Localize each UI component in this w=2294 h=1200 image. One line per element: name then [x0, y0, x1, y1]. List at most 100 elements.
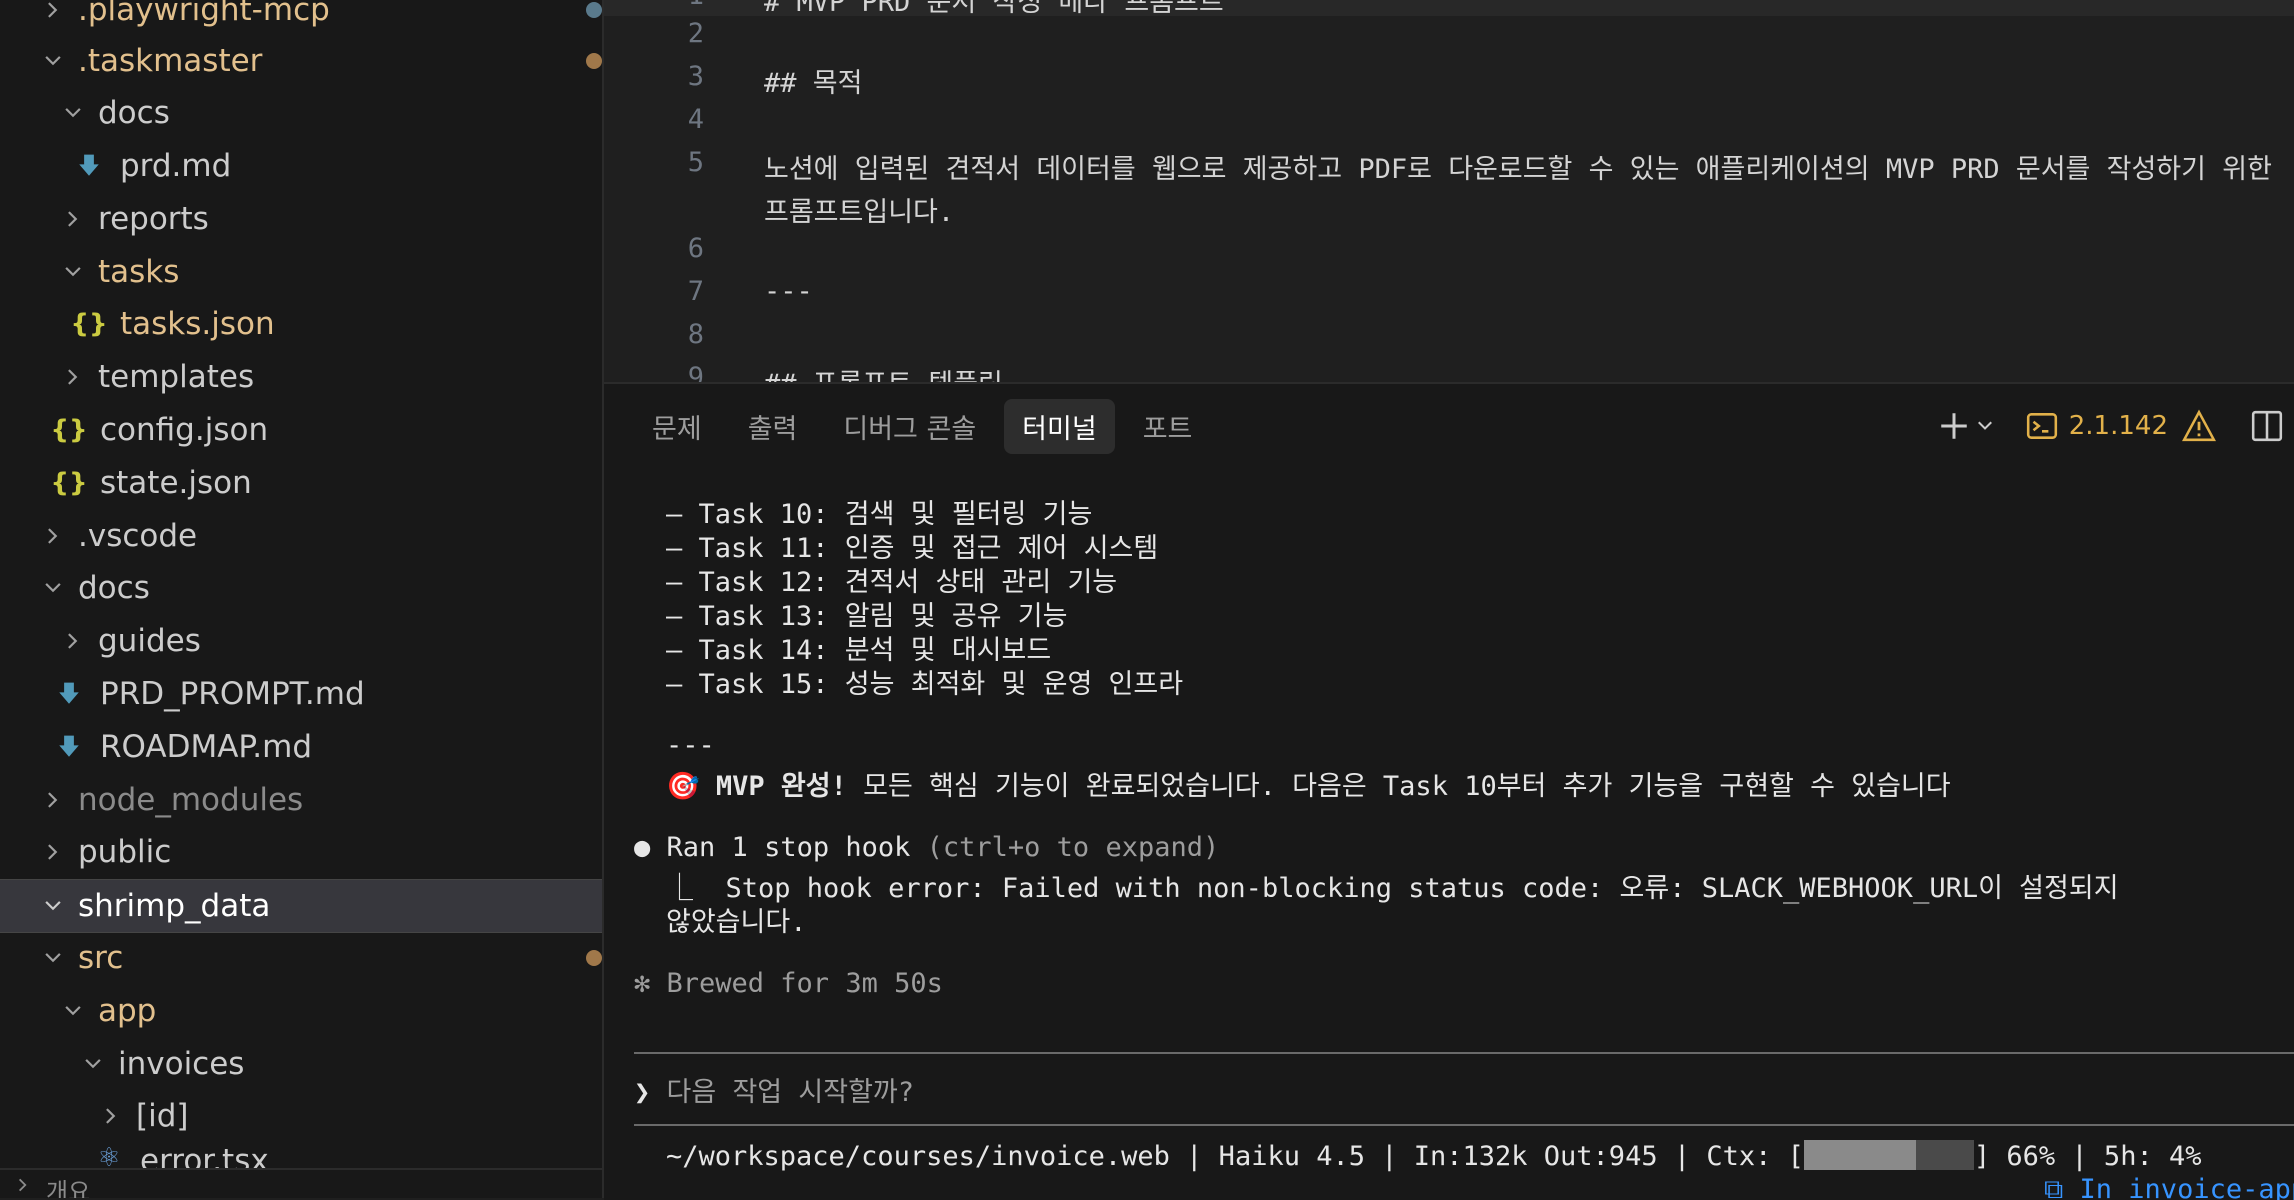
prompt-top-border: [634, 1052, 2294, 1054]
chevron-right-icon: [38, 841, 68, 863]
tree-folder-tasks[interactable]: tasks: [0, 246, 602, 298]
tree-folder-public[interactable]: public: [0, 826, 602, 878]
chevron-down-icon: [1977, 421, 1992, 430]
tree-folder-taskmaster[interactable]: .taskmaster: [0, 35, 602, 87]
tree-folder-docs[interactable]: docs: [0, 87, 602, 139]
outline-label: 개요: [46, 1178, 91, 1198]
status-left: ~/workspace/courses/invoice.web | Haiku …: [666, 1141, 1804, 1172]
tree-label: error.tsx: [140, 1143, 269, 1169]
hook-title: Ran 1 stop hook: [666, 832, 911, 863]
tree-folder-reports[interactable]: reports: [0, 193, 602, 245]
hook-hint: (ctrl+o to expand): [910, 832, 1220, 863]
tree-label: [id]: [136, 1098, 189, 1134]
outline-section-header[interactable]: 개요: [0, 1168, 602, 1198]
chevron-down-icon: [58, 102, 88, 124]
tree-folder-node-modules[interactable]: node_modules: [0, 774, 602, 826]
task-line: – Task 15: 성능 최적화 및 운영 인프라: [666, 669, 1184, 700]
chevron-right-icon: [58, 630, 88, 652]
ide-link[interactable]: ⧉ In invoice-app: [2044, 1174, 2294, 1200]
hook-error-line: 않았습니다.: [666, 907, 807, 938]
tree-folder-invoices[interactable]: invoices: [0, 1038, 602, 1090]
git-status-dot: [586, 950, 602, 966]
chevron-down-icon: [58, 1000, 88, 1022]
tab-debug-console[interactable]: 디버그 콘솔: [825, 399, 994, 454]
tree-file-prd-prompt-md[interactable]: PRD_PROMPT.md: [0, 668, 602, 720]
prompt-input[interactable]: 다음 작업 시작할까?: [667, 1077, 915, 1108]
tree-label: ROADMAP.md: [100, 729, 313, 765]
status-line: ~/workspace/courses/invoice.web | Haiku …: [666, 1140, 2201, 1172]
tree-file-prd-md[interactable]: prd.md: [0, 140, 602, 192]
tree-label: docs: [98, 95, 170, 131]
chevron-right-icon: [14, 1176, 32, 1198]
bottom-panel: 문제 출력 디버그 콘솔 터미널 포트 2.1.142 – Task 10: 검…: [604, 382, 2294, 1200]
tree-file-config-json[interactable]: {} config.json: [0, 404, 602, 456]
tree-folder-src[interactable]: src: [0, 932, 602, 984]
hook-error-line: ⎿ Stop hook error: Failed with non-block…: [666, 873, 2119, 904]
tree-folder-shrimp-data[interactable]: shrimp_data: [0, 879, 602, 933]
react-icon: ⚛: [97, 1143, 121, 1169]
tree-folder-app[interactable]: app: [0, 985, 602, 1037]
tab-problems[interactable]: 문제: [634, 399, 720, 454]
terminal-instance-button[interactable]: 2.1.142: [2025, 409, 2168, 443]
target-icon: 🎯: [666, 771, 700, 802]
bullet-icon: ●: [634, 832, 651, 863]
chevron-down-icon: [58, 261, 88, 283]
markdown-icon: [52, 734, 86, 760]
tree-label: app: [98, 993, 157, 1029]
terminal-output[interactable]: – Task 10: 검색 및 필터링 기능 – Task 11: 인증 및 접…: [634, 492, 2294, 1200]
tree-label: reports: [98, 201, 209, 237]
explorer-sidebar: .playwright-mcp .taskmaster docs prd.md …: [0, 0, 604, 1198]
tree-label: tasks.json: [120, 306, 275, 342]
tree-folder-playwright-mcp[interactable]: .playwright-mcp: [0, 0, 602, 36]
chevron-down-icon: [38, 895, 68, 917]
tree-file-state-json[interactable]: {} state.json: [0, 457, 602, 509]
tree-label: .vscode: [78, 518, 198, 554]
git-status-dot: [586, 2, 602, 18]
tree-label: invoices: [118, 1046, 245, 1082]
warning-icon: [2182, 409, 2216, 443]
tree-label: tasks: [98, 254, 180, 290]
tree-label: node_modules: [78, 782, 304, 818]
tree-file-error-tsx[interactable]: ⚛ error.tsx: [0, 1143, 602, 1169]
chevron-right-icon: [38, 525, 68, 547]
tree-label: config.json: [100, 412, 269, 448]
plus-icon: [1941, 413, 1967, 439]
tab-output[interactable]: 출력: [730, 399, 816, 454]
tree-label: state.json: [100, 465, 252, 501]
new-terminal-button[interactable]: [1937, 409, 1971, 443]
tree-label: shrimp_data: [78, 888, 271, 924]
split-terminal-button[interactable]: [2250, 409, 2284, 443]
split-icon: [2251, 410, 2283, 442]
tree-file-roadmap-md[interactable]: ROADMAP.md: [0, 721, 602, 773]
tree-label: docs: [78, 570, 150, 606]
prompt-line[interactable]: ❯ 다음 작업 시작할까?: [634, 1070, 914, 1109]
terminal-version: 2.1.142: [2068, 411, 2168, 441]
tab-ports[interactable]: 포트: [1125, 399, 1211, 454]
tree-label: PRD_PROMPT.md: [100, 676, 365, 712]
terminal-icon: [2026, 413, 2057, 439]
code-editor[interactable]: 1# MVP PRD 문서 작성 메타 프롬프트 2 3## 목적 4 5노션에…: [604, 0, 2294, 382]
tab-terminal[interactable]: 터미널: [1004, 398, 1115, 454]
context-usage-bar: [1803, 1140, 1974, 1170]
prompt-bottom-border: [634, 1124, 2294, 1126]
tree-folder-id[interactable]: [id]: [0, 1090, 602, 1142]
terminal-dropdown-button[interactable]: [1975, 416, 1995, 436]
tree-label: .taskmaster: [78, 43, 263, 79]
status-right: ] 66% | 5h: 4%: [1973, 1141, 2202, 1172]
prompt-symbol: ❯: [634, 1077, 651, 1108]
tree-label: guides: [98, 623, 201, 659]
hook-line: ● Ran 1 stop hook (ctrl+o to expand): [634, 832, 1219, 863]
tree-folder-templates[interactable]: templates: [0, 351, 602, 403]
chevron-down-icon: [38, 577, 68, 599]
chevron-right-icon: [58, 366, 88, 388]
panel-tabs: 문제 출력 디버그 콘솔 터미널 포트: [634, 398, 1220, 454]
chevron-right-icon: [96, 1105, 126, 1127]
tree-folder-vscode[interactable]: .vscode: [0, 510, 602, 562]
chevron-down-icon: [38, 947, 68, 969]
chevron-right-icon: [58, 208, 88, 230]
tree-label: src: [78, 940, 124, 976]
tree-file-tasks-json[interactable]: {} tasks.json M: [0, 298, 602, 350]
json-icon: {}: [50, 415, 88, 445]
tree-folder-docs-root[interactable]: docs: [0, 562, 602, 614]
tree-folder-guides[interactable]: guides: [0, 615, 602, 667]
